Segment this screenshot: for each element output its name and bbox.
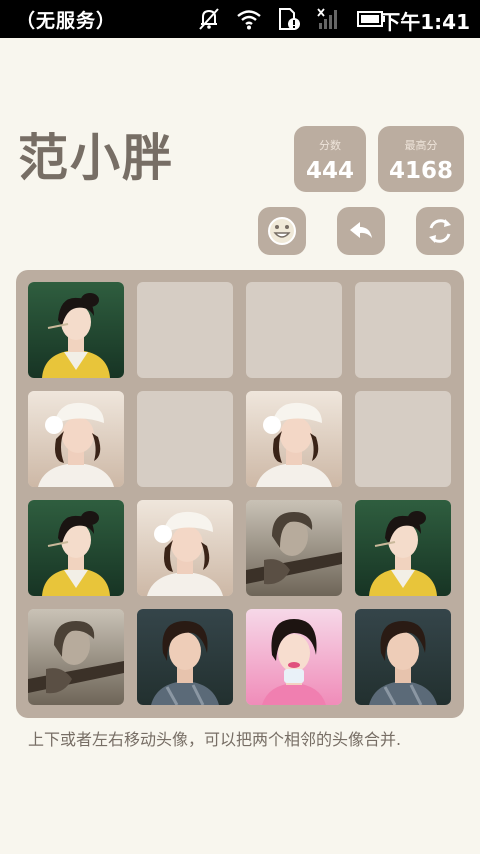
avatar-tile: [137, 500, 233, 596]
status-icons: [196, 7, 386, 31]
smiley-face-icon: [268, 217, 296, 245]
avatar-tile: [246, 500, 342, 596]
undo-button[interactable]: [337, 207, 385, 255]
carrier-label: （无服务）: [16, 10, 117, 32]
portrait-pink-bg: [246, 609, 342, 705]
portrait-bob-hair: [355, 609, 451, 705]
sim-alert-icon: [279, 8, 300, 30]
wifi-icon: [237, 10, 261, 30]
portrait-green-yellow: [355, 500, 451, 596]
mute-bell-icon: [199, 8, 219, 30]
portrait-sepia-rifle: [28, 609, 124, 705]
avatar-tile: [246, 391, 342, 487]
score-box: 分数 444: [294, 126, 366, 192]
face-button[interactable]: [258, 207, 306, 255]
instruction-text: 上下或者左右移动头像，可以把两个相邻的头像合并.: [28, 730, 402, 749]
best-score-value: 4168: [388, 158, 453, 184]
status-bar: （无服务） 下午1:41: [0, 0, 480, 38]
best-score-box: 最高分 4168: [378, 126, 464, 192]
clock: 下午1:41: [380, 10, 470, 34]
avatar-tile: [28, 500, 124, 596]
avatar-tile: [28, 609, 124, 705]
avatar-tile: [28, 391, 124, 487]
signal-off-icon: [317, 8, 337, 29]
portrait-white-hat: [137, 500, 233, 596]
avatar-tile: [246, 609, 342, 705]
score-value: 444: [305, 158, 354, 184]
refresh-button[interactable]: [416, 207, 464, 255]
avatar-tile: [137, 609, 233, 705]
portrait-white-hat: [246, 391, 342, 487]
empty-tile: [246, 282, 342, 378]
avatar-tile: [355, 500, 451, 596]
game-board[interactable]: [16, 270, 464, 718]
empty-tile: [137, 391, 233, 487]
avatar-tile: [28, 282, 124, 378]
empty-tile: [137, 282, 233, 378]
score-label: 分数: [319, 139, 341, 152]
portrait-green-yellow: [28, 282, 124, 378]
empty-tile: [355, 282, 451, 378]
avatar-tile: [355, 609, 451, 705]
portrait-white-hat: [28, 391, 124, 487]
refresh-icon: [429, 219, 451, 243]
best-score-label: 最高分: [404, 139, 438, 152]
portrait-sepia-rifle: [246, 500, 342, 596]
portrait-bob-hair: [137, 609, 233, 705]
empty-tile: [355, 391, 451, 487]
app-title: 范小胖: [18, 129, 174, 187]
undo-arrow-icon: [350, 222, 372, 238]
portrait-green-yellow: [28, 500, 124, 596]
